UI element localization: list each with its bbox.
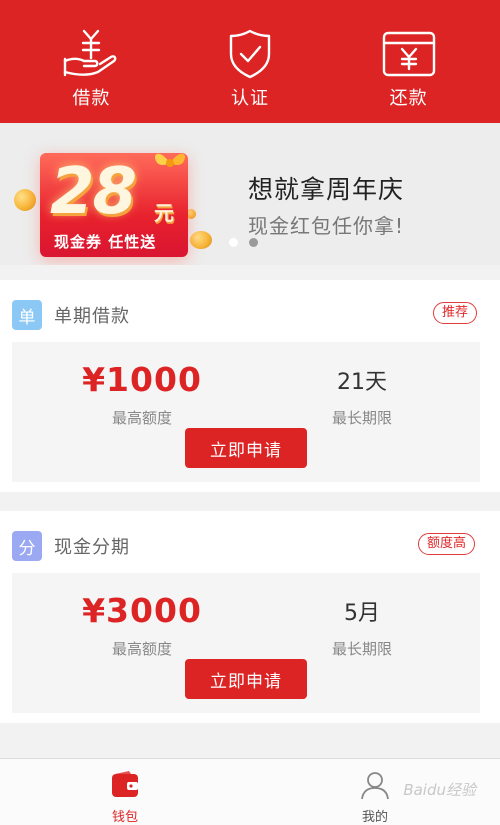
max-term-label: 最长期限 — [331, 409, 392, 427]
tab-wallet[interactable]: 钱包 — [0, 759, 250, 825]
max-amount: ¥1000 — [82, 360, 202, 399]
gold-coin-icon — [14, 189, 36, 211]
card-title: 单期借款 — [54, 306, 130, 327]
loan-detail-panel: ¥3000 最高额度 5月 最长期限 立即申请 — [12, 573, 480, 713]
card-header: 单 单期借款 推荐 — [0, 280, 500, 342]
category-tag: 单 — [12, 300, 42, 330]
max-term: 5月 — [344, 601, 380, 626]
borrow-label: 借款 — [72, 88, 111, 109]
cash-coupon-graphic: 28 元 现金券 任性送 — [40, 153, 188, 257]
borrow-button[interactable]: 借款 — [31, 0, 151, 123]
recommend-badge: 推荐 — [433, 302, 478, 324]
tab-wallet-label: 钱包 — [111, 810, 138, 825]
gold-coin-icon — [190, 231, 212, 249]
apply-now-button[interactable]: 立即申请 — [185, 659, 307, 699]
coupon-amount: 28 — [50, 155, 137, 229]
repay-button[interactable]: 还款 — [349, 0, 469, 123]
repay-label: 还款 — [389, 88, 428, 109]
max-term-label: 最长期限 — [331, 640, 392, 658]
carousel-dots — [229, 238, 258, 247]
watermark: Baidu经验 — [403, 781, 476, 799]
shield-check-icon — [229, 29, 271, 79]
tab-profile-label: 我的 — [361, 810, 388, 825]
max-amount-label: 最高额度 — [111, 409, 172, 427]
max-amount-label: 最高额度 — [111, 640, 172, 658]
coupon-unit: 元 — [154, 201, 174, 225]
top-action-bar: 借款 认证 还款 — [0, 0, 500, 123]
card-title: 现金分期 — [54, 537, 130, 558]
yen-card-icon — [382, 31, 435, 77]
max-amount: ¥3000 — [82, 591, 202, 630]
banner-title: 想就拿周年庆 — [248, 175, 405, 204]
promo-banner[interactable]: 28 元 现金券 任性送 想就拿周年庆 现金红包任你拿! — [0, 123, 500, 265]
hand-yen-icon — [64, 29, 117, 77]
max-term: 21天 — [337, 370, 387, 395]
loan-card-installment: 分 现金分期 额度高 ¥3000 最高额度 5月 最长期限 立即申请 — [0, 511, 500, 723]
category-tag: 分 — [12, 531, 42, 561]
loan-card-single: 单 单期借款 推荐 ¥1000 最高额度 21天 最长期限 立即申请 — [0, 280, 500, 492]
high-limit-badge: 额度高 — [418, 533, 476, 555]
wallet-icon — [112, 771, 138, 797]
card-header: 分 现金分期 额度高 — [0, 511, 500, 573]
verify-label: 认证 — [230, 88, 269, 109]
carousel-dot[interactable] — [229, 238, 238, 247]
user-icon — [361, 772, 389, 800]
banner-subtitle: 现金红包任你拿! — [248, 214, 405, 238]
carousel-dot-active[interactable] — [249, 238, 258, 247]
bottom-tab-bar: 钱包 我的 Baidu经验 — [0, 758, 500, 825]
loan-detail-panel: ¥1000 最高额度 21天 最长期限 立即申请 — [12, 342, 480, 482]
apply-now-button[interactable]: 立即申请 — [185, 428, 307, 468]
coupon-text: 现金券 任性送 — [54, 233, 157, 251]
tab-profile[interactable]: 我的 Baidu经验 — [250, 759, 500, 825]
verify-button[interactable]: 认证 — [190, 0, 310, 123]
